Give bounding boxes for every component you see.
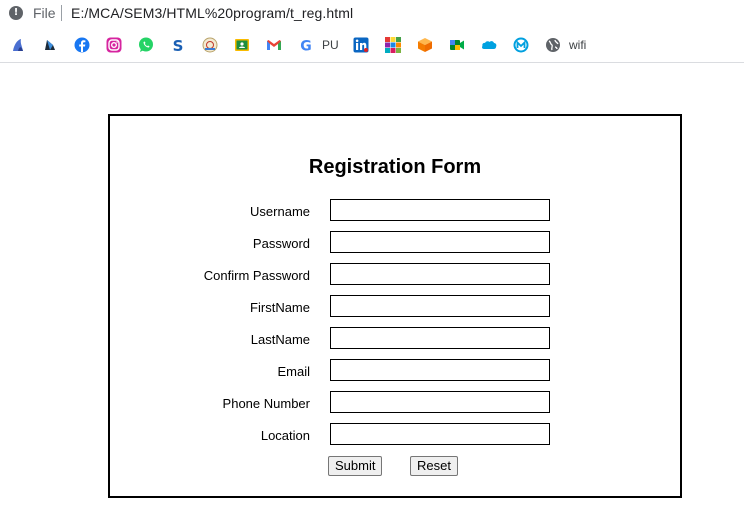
bookmark-2[interactable] — [74, 37, 90, 53]
grid-logo-icon — [385, 37, 401, 53]
bookmark-9[interactable]: G — [298, 37, 314, 54]
bird-icon — [13, 39, 23, 51]
svg-text:S: S — [173, 37, 184, 53]
lastname-input[interactable] — [330, 327, 550, 349]
phone-number-input[interactable] — [330, 391, 550, 413]
dark-logo-icon — [45, 40, 55, 50]
facebook-icon — [74, 37, 90, 53]
bookmark-16[interactable] — [545, 37, 561, 53]
firstname-input[interactable] — [330, 295, 550, 317]
email-label: Email — [277, 364, 310, 379]
phone-number-row: Phone Number — [110, 391, 680, 415]
svg-text:G: G — [300, 39, 312, 54]
bookmark-11[interactable] — [385, 37, 401, 53]
address-separator — [61, 5, 62, 21]
password-label: Password — [252, 236, 310, 251]
globe-icon — [546, 38, 560, 52]
confirm-password-input[interactable] — [330, 263, 550, 285]
google-icon: G — [300, 39, 312, 54]
bookmark-label-pu[interactable]: PU — [322, 38, 339, 52]
salesforce-icon — [482, 41, 497, 50]
bookmark-10[interactable] — [353, 37, 369, 53]
bookmark-3[interactable] — [106, 37, 122, 53]
linkedin-icon — [353, 37, 369, 53]
mulesoft-icon — [513, 37, 529, 53]
classroom-icon — [235, 39, 249, 51]
bookmark-13[interactable] — [449, 37, 465, 53]
bookmark-label-wifi[interactable]: wifi — [569, 38, 586, 52]
confirm-password-label: Confirm Password — [203, 268, 310, 283]
submit-button[interactable]: Submit — [328, 456, 383, 476]
username-row: Username — [110, 199, 680, 223]
meet-icon — [450, 40, 464, 50]
cube-icon — [418, 38, 432, 52]
form-title: Registration Form — [308, 156, 482, 178]
reset-button[interactable]: Reset — [410, 456, 458, 476]
username-label: Username — [250, 204, 310, 219]
gmail-icon — [267, 40, 281, 50]
password-input[interactable] — [330, 231, 550, 253]
password-row: Password — [110, 231, 680, 255]
bookmark-12[interactable] — [417, 37, 433, 53]
email-input[interactable] — [330, 359, 550, 381]
confirm-password-row: Confirm Password — [110, 263, 680, 287]
file-scheme-label[interactable]: File — [33, 5, 56, 21]
lastname-row: LastName — [110, 327, 680, 351]
bookmarks-bar: S G PU wifi — [0, 27, 744, 63]
bookmark-14[interactable] — [481, 37, 497, 53]
location-input[interactable] — [330, 423, 550, 445]
bookmark-7[interactable] — [234, 37, 250, 53]
address-bar[interactable]: ! File E:/MCA/SEM3/HTML%20program/t_reg.… — [0, 0, 744, 27]
bookmark-5[interactable]: S — [170, 37, 186, 53]
bookmark-8[interactable] — [266, 37, 282, 53]
bookmark-15[interactable] — [513, 37, 529, 53]
bookmark-4[interactable] — [138, 37, 154, 53]
lastname-label: LastName — [250, 332, 310, 347]
bookmark-1[interactable] — [42, 37, 58, 53]
info-icon[interactable]: ! — [9, 6, 23, 20]
instagram-icon — [106, 37, 122, 53]
location-row: Location — [110, 423, 680, 447]
s-logo-icon: S — [173, 37, 184, 53]
emblem-icon — [202, 37, 218, 53]
email-row: Email — [110, 359, 680, 383]
location-label: Location — [260, 428, 310, 443]
phone-number-label: Phone Number — [222, 396, 310, 411]
firstname-label: FirstName — [250, 300, 310, 315]
bookmark-6[interactable] — [202, 37, 218, 53]
firstname-row: FirstName — [110, 295, 680, 319]
registration-form: Registration Form Username Password Conf… — [108, 114, 682, 498]
username-input[interactable] — [330, 199, 550, 221]
bookmark-0[interactable] — [10, 37, 26, 53]
whatsapp-icon — [139, 37, 153, 52]
url-text[interactable]: E:/MCA/SEM3/HTML%20program/t_reg.html — [71, 5, 353, 21]
